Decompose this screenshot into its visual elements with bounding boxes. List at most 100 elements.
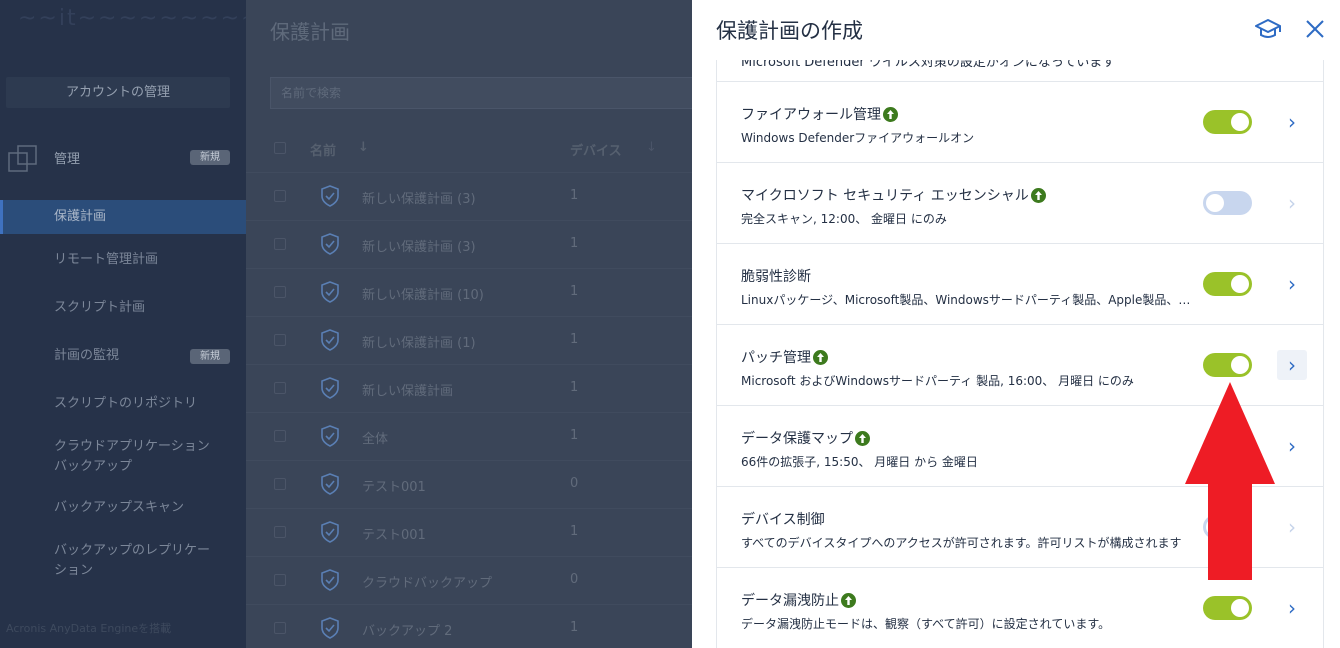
table-row[interactable]: 新しい保護計画 (3) 1 bbox=[246, 172, 692, 220]
chevron-right-icon[interactable]: › bbox=[1277, 431, 1307, 461]
table-row[interactable]: テスト001 0 bbox=[246, 460, 692, 508]
module-title-text: 脆弱性診断 bbox=[741, 269, 811, 285]
sidebar-item[interactable]: 保護計画 bbox=[0, 200, 246, 234]
shield-check-icon bbox=[321, 617, 339, 639]
chevron-right-icon[interactable]: › bbox=[1277, 188, 1307, 218]
sidebar-section-management[interactable]: 管理 新規 bbox=[0, 138, 246, 178]
graduation-cap-icon[interactable] bbox=[1255, 17, 1281, 41]
plan-name: 全体 bbox=[362, 432, 389, 447]
search-input[interactable]: 名前で検索 bbox=[270, 77, 710, 109]
table-row[interactable]: クラウドバックアップ 0 bbox=[246, 556, 692, 604]
sidebar-item[interactable]: リモート管理計画 bbox=[0, 250, 246, 270]
row-checkbox[interactable] bbox=[274, 526, 286, 538]
module-title-text: パッチ管理 bbox=[741, 350, 811, 366]
powered-by-text: Acronis AnyData Engineを搭載 bbox=[6, 622, 172, 635]
column-devices[interactable]: デバイス bbox=[570, 140, 622, 159]
plan-name: クラウドバックアップ bbox=[362, 576, 493, 591]
row-checkbox[interactable] bbox=[274, 238, 286, 250]
table-row[interactable]: 新しい保護計画 (3) 1 bbox=[246, 220, 692, 268]
plan-name: バックアップ 2 bbox=[362, 624, 453, 639]
module-title: 脆弱性診断 bbox=[741, 266, 811, 286]
module-toggle[interactable] bbox=[1203, 191, 1252, 215]
module-title-text: マイクロソフト セキュリティ エッセンシャル bbox=[741, 188, 1029, 204]
upgrade-arrow-icon bbox=[855, 430, 870, 446]
table-row[interactable]: 新しい保護計画 (10) 1 bbox=[246, 268, 692, 316]
module-summary: 完全スキャン, 12:00、 金曜日 にのみ bbox=[741, 212, 947, 226]
table-row[interactable]: 新しい保護計画 1 bbox=[246, 364, 692, 412]
shield-check-icon bbox=[321, 425, 339, 447]
sidebar-item[interactable]: クラウドアプリケーション バックアップ bbox=[0, 437, 246, 477]
sort-down-icon[interactable]: ↓ bbox=[358, 140, 369, 155]
row-checkbox[interactable] bbox=[274, 286, 286, 298]
row-checkbox[interactable] bbox=[274, 622, 286, 634]
module-toggle[interactable] bbox=[1203, 272, 1252, 296]
table-row[interactable]: 全体 1 bbox=[246, 412, 692, 460]
module-title: デバイス制御 bbox=[741, 509, 825, 529]
sidebar-item-label: スクリプトのリポジトリ bbox=[54, 396, 198, 411]
upgrade-arrow-icon bbox=[841, 592, 856, 608]
sidebar-item[interactable]: バックアップスキャン bbox=[0, 498, 246, 518]
toggle-knob bbox=[1231, 275, 1249, 293]
shield-check-icon bbox=[321, 473, 339, 495]
shield-check-icon bbox=[321, 569, 339, 591]
sidebar-item[interactable]: スクリプト計画 bbox=[0, 298, 246, 318]
sort-icon[interactable]: ↓ bbox=[646, 140, 657, 155]
module-title-text: データ保護マップ bbox=[741, 431, 853, 447]
upgrade-arrow-icon bbox=[883, 106, 898, 122]
chevron-right-icon[interactable]: › bbox=[1277, 512, 1307, 542]
upgrade-arrow-icon bbox=[813, 349, 828, 365]
row-checkbox[interactable] bbox=[274, 574, 286, 586]
row-checkbox[interactable] bbox=[274, 478, 286, 490]
module-title: データ保護マップ bbox=[741, 428, 870, 448]
sidebar-item[interactable]: 計画の監視 新規 bbox=[0, 346, 246, 366]
table-header: 名前 ↓ デバイス ↓ bbox=[246, 134, 692, 164]
module-toggle[interactable] bbox=[1203, 596, 1252, 620]
upgrade-arrow-icon bbox=[1030, 187, 1046, 203]
chevron-right-icon[interactable]: › bbox=[1277, 107, 1307, 137]
toggle-knob bbox=[1231, 113, 1249, 131]
plan-name: 新しい保護計画 (3) bbox=[362, 240, 476, 255]
management-label: 管理 bbox=[54, 152, 81, 167]
shield-check-icon bbox=[321, 281, 339, 303]
table-row[interactable]: バックアップ 2 1 bbox=[246, 604, 692, 648]
chevron-right-icon[interactable]: › bbox=[1277, 350, 1307, 380]
module-toggle[interactable] bbox=[1203, 110, 1252, 134]
table-row[interactable]: テスト001 1 bbox=[246, 508, 692, 556]
row-checkbox[interactable] bbox=[274, 334, 286, 346]
select-all-checkbox[interactable] bbox=[274, 142, 286, 154]
list-item-partial: Microsoft Defender ウイルス対策の設定がオンになっています bbox=[717, 60, 1323, 82]
module-row[interactable]: マイクロソフト セキュリティ エッセンシャル 完全スキャン, 12:00、 金曜日… bbox=[717, 163, 1323, 244]
account-management-button[interactable]: アカウントの管理 bbox=[6, 77, 230, 108]
new-badge: 新規 bbox=[190, 349, 230, 364]
module-row[interactable]: データ漏洩防止 データ漏洩防止モードは、観察（すべて許可）に設定されています。 › bbox=[717, 568, 1323, 648]
close-icon[interactable] bbox=[1304, 18, 1326, 40]
chevron-right-icon[interactable]: › bbox=[1277, 593, 1307, 623]
device-count: 1 bbox=[570, 524, 579, 539]
device-count: 1 bbox=[570, 428, 579, 443]
module-toggle[interactable] bbox=[1203, 353, 1252, 377]
shield-check-icon bbox=[321, 233, 339, 255]
device-count: 1 bbox=[570, 380, 579, 395]
module-title-text: デバイス制御 bbox=[741, 512, 825, 528]
row-checkbox[interactable] bbox=[274, 382, 286, 394]
sidebar-item[interactable]: スクリプトのリポジトリ bbox=[0, 394, 246, 414]
module-summary: Microsoft およびWindowsサードパーティ 製品, 16:00、 月… bbox=[741, 374, 1134, 388]
management-icon bbox=[8, 145, 37, 172]
row-checkbox[interactable] bbox=[274, 430, 286, 442]
plan-name: テスト001 bbox=[362, 528, 426, 543]
table-row[interactable]: 新しい保護計画 (1) 1 bbox=[246, 316, 692, 364]
plan-name: 新しい保護計画 (3) bbox=[362, 192, 476, 207]
plan-name: 新しい保護計画 bbox=[362, 384, 454, 399]
module-title-text: データ漏洩防止 bbox=[741, 593, 839, 609]
toggle-knob bbox=[1206, 194, 1224, 212]
module-row[interactable]: 脆弱性診断 Linuxパッケージ、Microsoft製品、Windowsサードパー… bbox=[717, 244, 1323, 325]
sidebar-item[interactable]: バックアップのレプリケー ション bbox=[0, 541, 246, 581]
column-name[interactable]: 名前 bbox=[310, 140, 336, 159]
shield-check-icon bbox=[321, 377, 339, 399]
module-row[interactable]: ファイアウォール管理 Windows Defenderファイアウォールオン › bbox=[717, 82, 1323, 163]
device-count: 1 bbox=[570, 332, 579, 347]
new-badge: 新規 bbox=[190, 150, 230, 165]
sidebar: ~~it~~~~~~~~~~ アカウントの管理 管理 新規 保護計画 リモート管理… bbox=[0, 0, 280, 648]
row-checkbox[interactable] bbox=[274, 190, 286, 202]
chevron-right-icon[interactable]: › bbox=[1277, 269, 1307, 299]
